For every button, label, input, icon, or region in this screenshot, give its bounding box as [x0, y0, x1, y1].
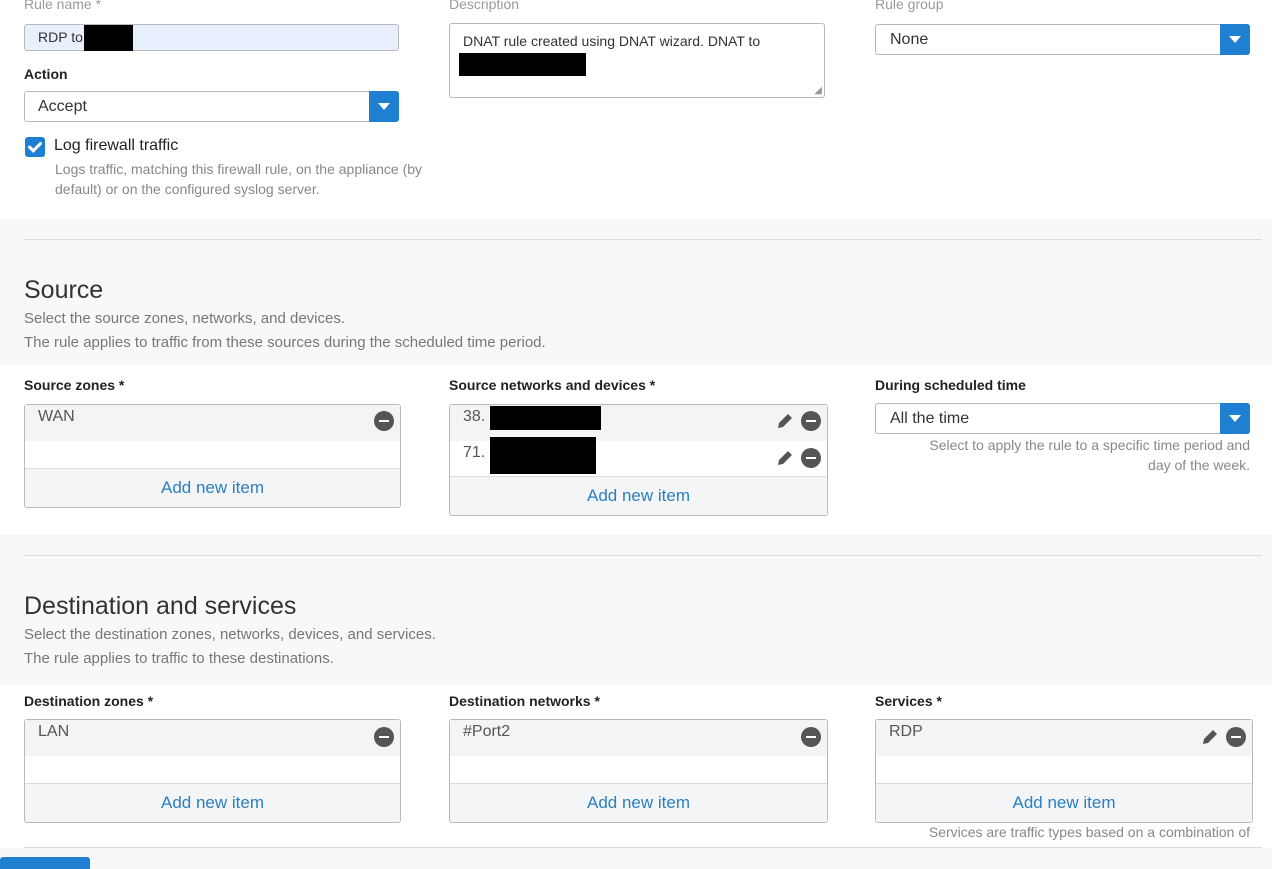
remove-icon[interactable] — [801, 727, 821, 747]
rule-name-value: RDP to — [38, 29, 83, 45]
rule-name-input[interactable]: RDP to — [24, 24, 399, 51]
add-source-network-button[interactable]: Add new item — [450, 476, 827, 515]
section-divider — [24, 847, 1262, 848]
redacted-block — [490, 437, 596, 474]
description-value: DNAT rule created using DNAT wizard. DNA… — [463, 33, 761, 49]
add-destination-zone-button[interactable]: Add new item — [25, 783, 400, 822]
source-zone-value: WAN — [38, 408, 75, 425]
resize-handle-icon[interactable]: ◢ — [814, 85, 822, 96]
action-select[interactable]: Accept — [24, 91, 399, 122]
action-value: Accept — [38, 98, 87, 115]
source-network-value: 71. — [463, 444, 486, 461]
source-networks-list: 38. 71. Add new item — [449, 404, 828, 516]
section-divider — [24, 239, 1262, 240]
save-button[interactable] — [0, 857, 90, 869]
rule-group-value: None — [890, 31, 929, 48]
remove-icon[interactable] — [801, 448, 821, 468]
list-item: RDP — [876, 720, 1252, 756]
action-label: Action — [24, 66, 68, 82]
redacted-block — [490, 406, 601, 430]
redacted-block — [84, 25, 133, 51]
service-value: RDP — [889, 723, 923, 740]
section-divider — [24, 555, 1262, 556]
description-label: Description — [449, 0, 520, 12]
chevron-down-icon[interactable] — [1220, 403, 1250, 434]
redacted-block — [459, 53, 586, 76]
schedule-select[interactable]: All the time — [875, 403, 1250, 434]
list-item: #Port2 — [450, 720, 827, 756]
source-subtitle-line2: The rule applies to traffic from these s… — [24, 334, 546, 351]
log-firewall-label[interactable]: Log firewall traffic — [54, 137, 178, 155]
remove-icon[interactable] — [374, 727, 394, 747]
pencil-icon[interactable] — [1200, 727, 1220, 747]
destination-networks-list: #Port2 Add new item — [449, 719, 828, 823]
add-destination-network-button[interactable]: Add new item — [450, 783, 827, 822]
destination-title: Destination and services — [24, 592, 297, 620]
list-item: WAN — [25, 405, 400, 441]
source-network-value: 38. — [463, 408, 486, 425]
destination-network-value: #Port2 — [463, 723, 511, 740]
destination-subtitle-line1: Select the destination zones, networks, … — [24, 626, 436, 643]
list-item: 71. — [450, 437, 827, 477]
description-textarea[interactable]: DNAT rule created using DNAT wizard. DNA… — [449, 23, 825, 98]
remove-icon[interactable] — [374, 411, 394, 431]
add-source-zone-button[interactable]: Add new item — [25, 468, 400, 507]
log-help-line1: Logs traffic, matching this firewall rul… — [55, 161, 423, 177]
source-title: Source — [24, 276, 104, 304]
log-firewall-checkbox[interactable] — [25, 137, 45, 157]
source-zones-label: Source zones * — [24, 377, 125, 393]
schedule-value: All the time — [890, 410, 970, 427]
services-list: RDP Add new item — [875, 719, 1253, 823]
pencil-icon[interactable] — [775, 411, 795, 431]
services-help: Services are traffic types based on a co… — [928, 824, 1250, 840]
remove-icon[interactable] — [1226, 727, 1246, 747]
destination-zone-value: LAN — [38, 723, 70, 740]
rule-name-label: Rule name * — [24, 0, 102, 12]
rule-group-label: Rule group — [875, 0, 944, 12]
log-help-line2: default) or on the configured syslog ser… — [55, 181, 320, 197]
list-item: LAN — [25, 720, 400, 756]
add-service-button[interactable]: Add new item — [876, 783, 1252, 822]
services-label: Services * — [875, 693, 942, 709]
source-zones-list: WAN Add new item — [24, 404, 401, 508]
destination-zones-list: LAN Add new item — [24, 719, 401, 823]
remove-icon[interactable] — [801, 411, 821, 431]
chevron-down-icon[interactable] — [369, 91, 399, 122]
schedule-help-line1: Select to apply the rule to a specific t… — [929, 437, 1250, 453]
source-subtitle-line1: Select the source zones, networks, and d… — [24, 310, 346, 327]
destination-subtitle-line2: The rule applies to traffic to these des… — [24, 650, 334, 667]
pencil-icon[interactable] — [775, 448, 795, 468]
rule-group-select[interactable]: None — [875, 24, 1250, 55]
chevron-down-icon[interactable] — [1220, 24, 1250, 55]
source-networks-label: Source networks and devices * — [449, 377, 656, 393]
list-item: 38. — [450, 405, 827, 441]
schedule-label: During scheduled time — [875, 377, 1026, 393]
destination-networks-label: Destination networks * — [449, 693, 600, 709]
schedule-help-line2: day of the week. — [1148, 457, 1250, 473]
destination-zones-label: Destination zones * — [24, 693, 154, 709]
